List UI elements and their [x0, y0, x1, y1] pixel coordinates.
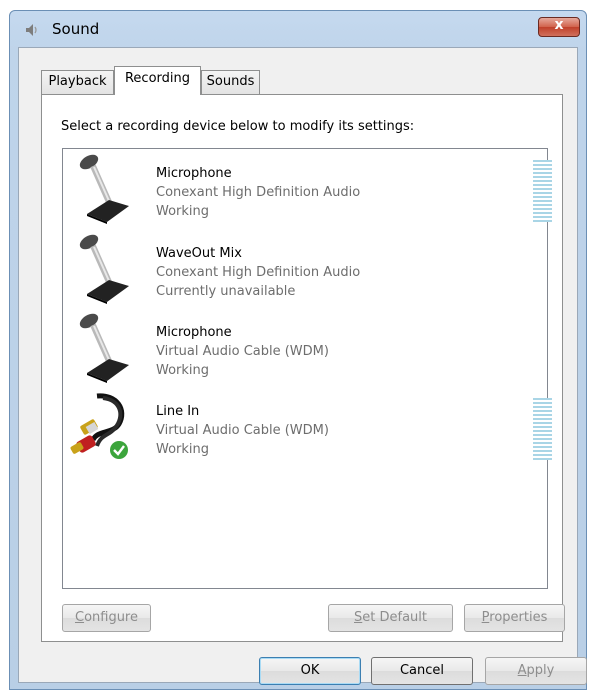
device-item[interactable]: WaveOut Mix Conexant High Definition Aud…	[63, 232, 547, 310]
device-name: Microphone	[156, 325, 232, 340]
close-icon: x	[554, 17, 564, 33]
configure-mnemonic: C	[74, 610, 85, 625]
set-default-button[interactable]: Set Default	[328, 604, 453, 632]
device-driver: Conexant High Definition Audio	[156, 265, 361, 280]
device-status: Working	[156, 363, 210, 378]
device-driver: Conexant High Definition Audio	[156, 185, 361, 200]
device-item[interactable]: Microphone Virtual Audio Cable (WDM) Wor…	[63, 311, 547, 389]
device-driver: Virtual Audio Cable (WDM)	[156, 344, 329, 359]
sound-dialog: Sound x Playback Recording Sounds Select…	[9, 10, 587, 690]
level-meter	[533, 398, 552, 460]
cancel-button[interactable]: Cancel	[371, 657, 473, 685]
apply-label: pply	[526, 663, 555, 678]
properties-label: roperties	[489, 610, 548, 625]
configure-label: onfigure	[84, 610, 138, 625]
speaker-icon	[26, 24, 37, 36]
level-meter	[533, 160, 552, 222]
device-name: Microphone	[156, 166, 232, 181]
device-status: Working	[156, 442, 210, 457]
ok-button[interactable]: OK	[259, 657, 361, 685]
window-title: Sound	[52, 20, 100, 38]
apply-mnemonic: A	[517, 663, 527, 678]
ok-label: OK	[300, 663, 320, 678]
recording-device-list[interactable]: Microphone Conexant High Definition Audi…	[62, 148, 552, 589]
tab-recording[interactable]: Recording	[114, 66, 201, 95]
set-default-label: et Default	[362, 610, 427, 625]
apply-button[interactable]: Apply	[485, 657, 587, 685]
device-driver: Virtual Audio Cable (WDM)	[156, 423, 329, 438]
dialog-client-area: Playback Recording Sounds Select a recor…	[18, 47, 587, 685]
title-bar[interactable]: Sound x	[10, 11, 586, 47]
tab-sounds[interactable]: Sounds	[201, 70, 260, 94]
tab-playback[interactable]: Playback	[41, 70, 114, 94]
tab-playback-label: Playback	[48, 74, 107, 89]
rca-cable-icon	[70, 393, 128, 459]
microphone-icon	[79, 313, 129, 383]
device-name: Line In	[156, 404, 200, 419]
device-name: WaveOut Mix	[156, 246, 242, 261]
microphone-icon	[79, 154, 129, 224]
recording-tab-panel: Select a recording device below to modif…	[41, 94, 565, 642]
instruction-text: Select a recording device below to modif…	[61, 119, 415, 134]
device-status: Currently unavailable	[156, 284, 296, 299]
configure-button[interactable]: Configure	[62, 604, 151, 632]
default-check-icon	[110, 441, 128, 459]
properties-button[interactable]: Properties	[464, 604, 565, 632]
microphone-icon	[79, 234, 129, 304]
device-status: Working	[156, 204, 210, 219]
device-item[interactable]: Line In Virtual Audio Cable (WDM) Workin…	[63, 390, 552, 468]
tab-sounds-label: Sounds	[206, 74, 255, 89]
device-item[interactable]: Microphone Conexant High Definition Audi…	[63, 152, 552, 230]
tab-recording-label: Recording	[124, 71, 191, 86]
cancel-label: Cancel	[399, 663, 445, 678]
close-button[interactable]: x	[538, 17, 580, 37]
